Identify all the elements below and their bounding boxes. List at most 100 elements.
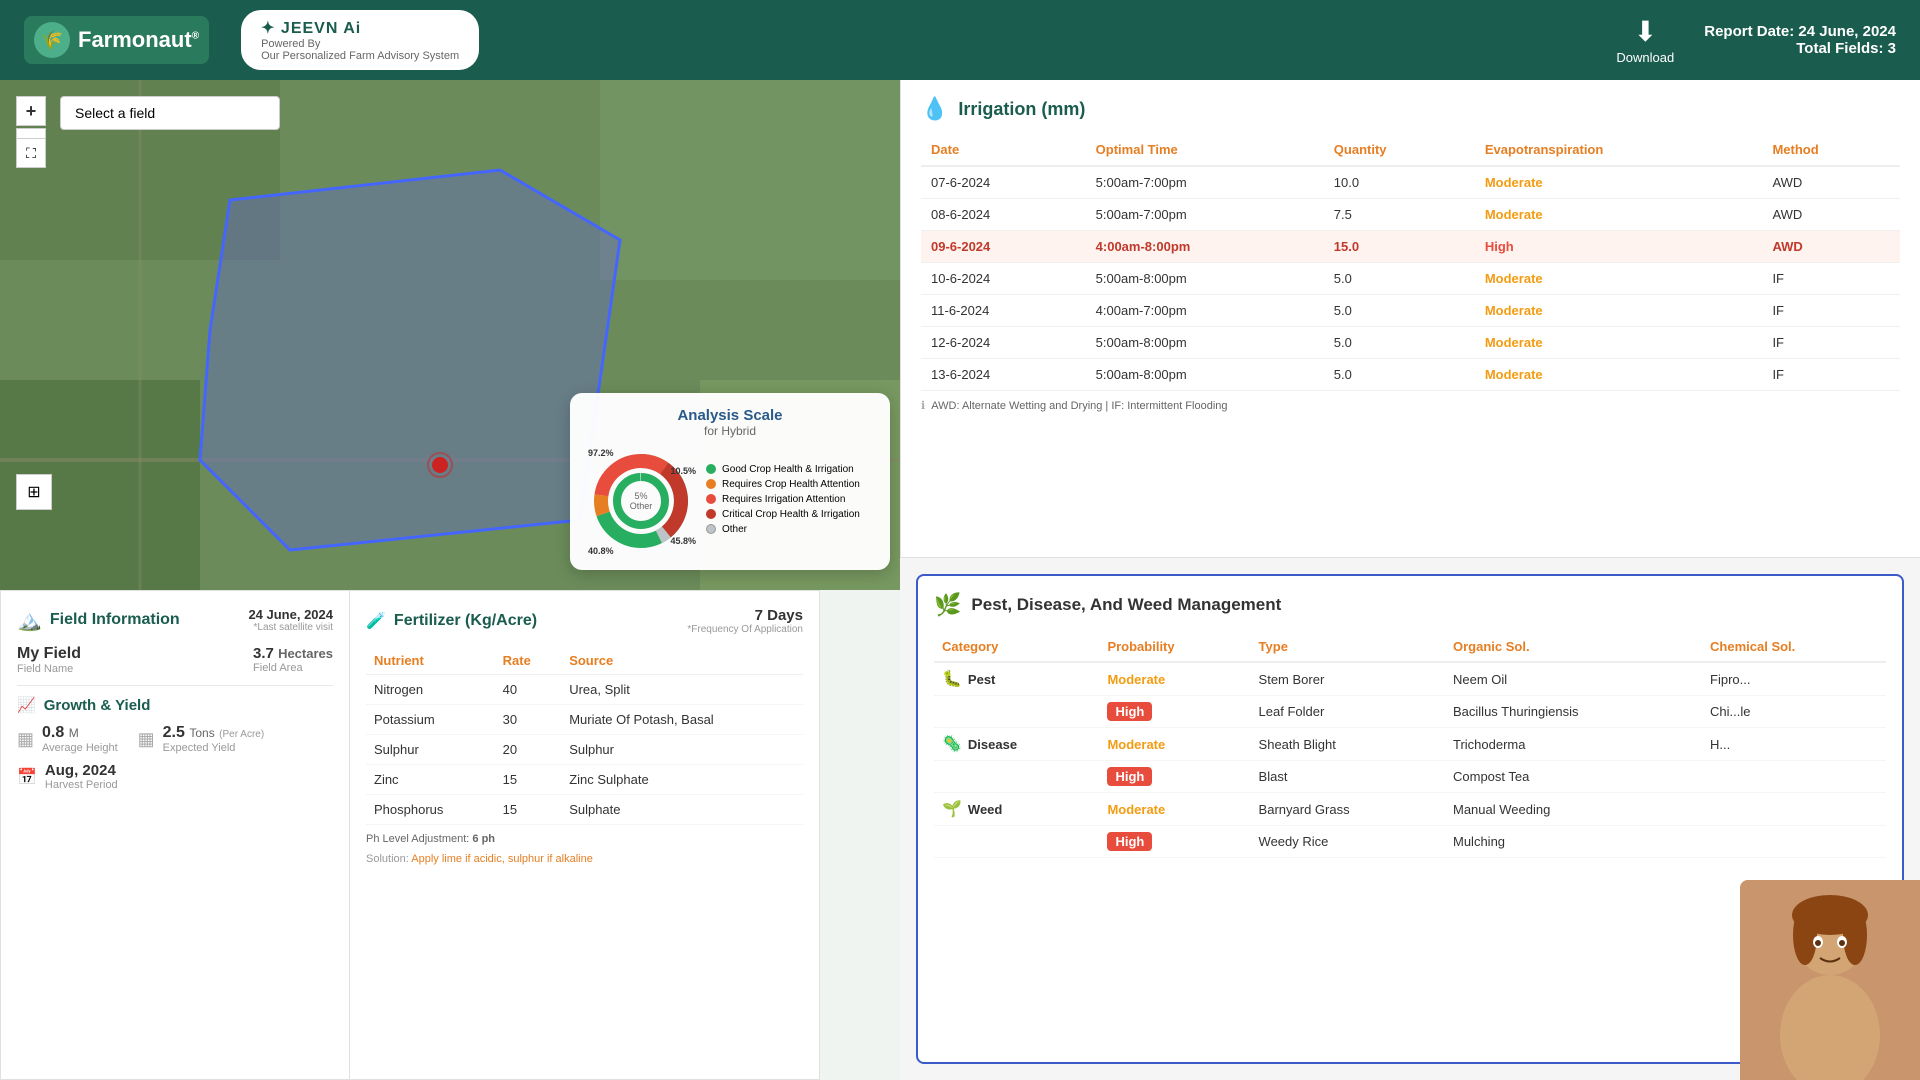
fertilizer-table-body: Nitrogen 40 Urea, Split Potassium 30 Mur… [366,675,803,825]
avatar-overlay [1740,880,1920,1080]
irr-date: 09-6-2024 [921,231,1086,263]
pest-type: Leaf Folder [1251,696,1445,728]
pest-probability: Moderate [1099,728,1250,761]
farmonaut-icon: 🌾 [34,22,70,58]
irr-date: 08-6-2024 [921,199,1086,231]
pest-probability: Moderate [1099,662,1250,696]
irr-col-date: Date [921,134,1086,166]
pest-chemical [1702,826,1886,858]
field-select-dropdown[interactable]: Select a field [60,96,280,130]
irr-evap: Moderate [1475,359,1763,391]
pest-icon: 🌿 [934,592,961,618]
jeevn-powered-by: Powered By [261,38,459,50]
pest-panel-header: 🌿 Pest, Disease, And Weed Management [934,592,1886,618]
fert-nutrient: Sulphur [366,735,495,765]
pct-label-458: 45.8% [670,536,696,546]
report-info: Report Date: 24 June, 2024 Total Fields:… [1704,23,1896,57]
irr-method: IF [1762,263,1900,295]
irr-date: 12-6-2024 [921,327,1086,359]
irrigation-row: 10-6-2024 5:00am-8:00pm 5.0 Moderate IF [921,263,1900,295]
total-fields: Total Fields: 3 [1704,40,1896,57]
pest-probability: High [1099,696,1250,728]
irr-method: AWD [1762,231,1900,263]
main-content: + − Select a field ⛶ ⊞ 50 m 300 ft 🍃 Lea… [0,80,1920,1080]
fullscreen-button[interactable]: ⛶ [16,138,46,168]
irrigation-note: ℹ AWD: Alternate Wetting and Drying | IF… [921,399,1900,412]
pest-col-chemical: Chemical Sol. [1702,632,1886,662]
irrigation-row: 12-6-2024 5:00am-8:00pm 5.0 Moderate IF [921,327,1900,359]
prob-badge-moderate: Moderate [1107,672,1165,687]
irr-evap: Moderate [1475,327,1763,359]
harvest-row: 📅 Aug, 2024 Harvest Period [17,762,333,791]
pest-probability: Moderate [1099,793,1250,826]
category-icon: 🌱 [942,799,962,819]
download-button[interactable]: ⬇ Download [1616,15,1674,65]
pest-table: Category Probability Type Organic Sol. C… [934,632,1886,858]
irr-method: IF [1762,295,1900,327]
irr-time: 5:00am-7:00pm [1086,166,1324,199]
irrigation-row: 13-6-2024 5:00am-8:00pm 5.0 Moderate IF [921,359,1900,391]
pest-col-organic: Organic Sol. [1445,632,1702,662]
irr-time: 4:00am-8:00pm [1086,231,1324,263]
pest-row: High Blast Compost Tea [934,761,1886,793]
pest-category: 🌱 Weed [934,793,1099,826]
col-nutrient: Nutrient [366,647,495,675]
irrigation-section: 💧 Irrigation (mm) Date Optimal Time Quan… [900,80,1920,558]
pest-organic: Compost Tea [1445,761,1702,793]
fert-source: Muriate Of Potash, Basal [561,705,803,735]
growth-title: 📈 Growth & Yield [17,696,333,714]
pest-organic: Trichoderma [1445,728,1702,761]
fert-rate: 15 [495,765,562,795]
pct-label-408: 40.8% [588,546,614,556]
irr-qty: 5.0 [1324,263,1475,295]
analysis-scale-subtitle: for Hybrid [586,424,874,438]
layers-button[interactable]: ⊞ [16,474,52,510]
category-icon: 🐛 [942,669,962,689]
pest-row: 🦠Disease Moderate Sheath Blight Trichode… [934,728,1886,761]
col-source: Source [561,647,803,675]
pest-chemical [1702,761,1886,793]
irr-date: 10-6-2024 [921,263,1086,295]
pest-probability: High [1099,826,1250,858]
info-icon: ℹ [921,399,925,412]
fert-nutrient: Zinc [366,765,495,795]
irr-time: 4:00am-7:00pm [1086,295,1324,327]
zoom-in-button[interactable]: + [16,96,46,126]
pest-chemical: Chi...le [1702,696,1886,728]
field-info-title: 🏔️ Field Information [17,608,180,633]
field-info-date: 24 June, 2024 *Last satellite visit [248,607,333,633]
pest-organic: Bacillus Thuringiensis [1445,696,1702,728]
growth-section: 📈 Growth & Yield ▦ 0.8 M Average Heig [17,696,333,791]
fert-source: Urea, Split [561,675,803,705]
prob-badge-moderate: Moderate [1107,737,1165,752]
irr-evap: Moderate [1475,199,1763,231]
donut-center-text: 5% Other [630,491,653,511]
fertilizer-solution: Solution: Apply lime if acidic, sulphur … [366,853,803,865]
jeevn-tagline: Our Personalized Farm Advisory System [261,50,459,62]
bottom-row: 🏔️ Field Information 24 June, 2024 *Last… [0,590,900,1080]
fert-source: Sulphur [561,735,803,765]
section-divider [17,685,333,686]
irr-qty: 10.0 [1324,166,1475,199]
irr-method: AWD [1762,166,1900,199]
fertilizer-row: Potassium 30 Muriate Of Potash, Basal [366,705,803,735]
prob-badge-high: High [1107,767,1152,786]
analysis-scale-popup: Analysis Scale for Hybrid [570,393,890,570]
harvest-icon: 📅 [17,767,37,787]
irrigation-header: 💧 Irrigation (mm) [921,96,1900,122]
legend-item-other: Other [706,524,874,535]
header: 🌾 Farmonaut® ✦ JEEVN Ai Powered By Our P… [0,0,1920,80]
irrigation-row: 11-6-2024 4:00am-7:00pm 5.0 Moderate IF [921,295,1900,327]
irrigation-row: 09-6-2024 4:00am-8:00pm 15.0 High AWD [921,231,1900,263]
header-right: ⬇ Download Report Date: 24 June, 2024 To… [1616,15,1896,65]
category-label: Weed [968,802,1002,817]
field-selector[interactable]: Select a field [60,96,280,130]
irr-time: 5:00am-8:00pm [1086,359,1324,391]
pest-probability: High [1099,761,1250,793]
fertilizer-header: 🧪 Fertilizer (Kg/Acre) 7 Days *Frequency… [366,607,803,635]
category-label: Pest [968,672,995,687]
fertilizer-table: Nutrient Rate Source Nitrogen 40 Urea, S… [366,647,803,825]
pest-table-body: 🐛Pest Moderate Stem Borer Neem Oil Fipro… [934,662,1886,858]
field-info-panel: 🏔️ Field Information 24 June, 2024 *Last… [0,590,350,1080]
category-cell: 🦠Disease [942,734,1091,754]
